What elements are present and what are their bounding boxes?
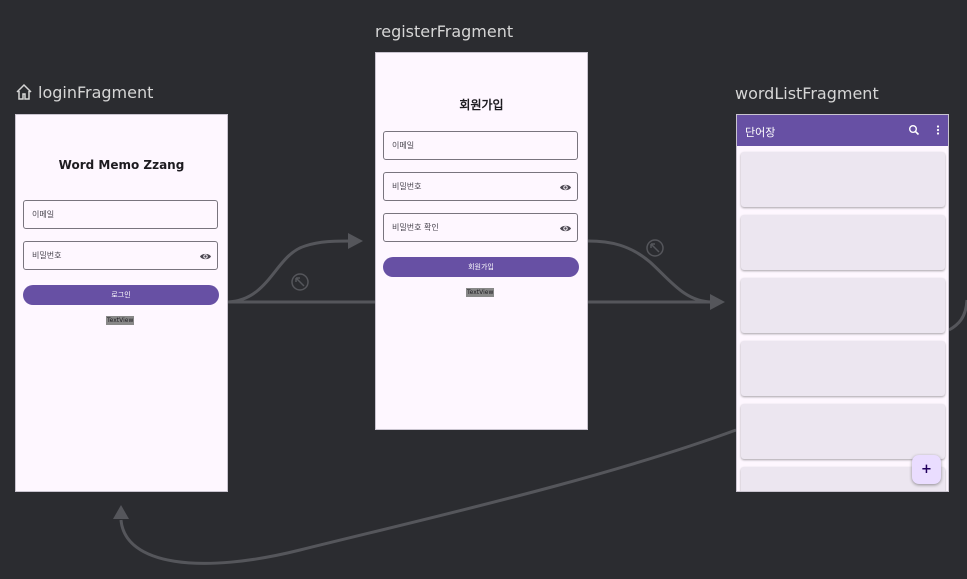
password-field[interactable]: 비밀번호 [383,172,578,201]
register-fragment-screen[interactable]: 회원가입 이메일 비밀번호 비밀번호 확인 회원가입 TextView [375,52,588,430]
visibility-icon[interactable] [559,222,572,235]
login-fragment-screen[interactable]: Word Memo Zzang 이메일 비밀번호 로그인 TextView [15,114,228,492]
appbar-title: 단어장 [745,126,776,139]
word-card[interactable] [741,152,945,207]
arrowhead-wordlist [710,294,725,310]
password-confirm-placeholder: 비밀번호 확인 [392,223,439,232]
add-icon: + [921,462,932,477]
top-app-bar: 단어장 [737,115,948,146]
search-icon[interactable] [908,124,920,136]
visibility-icon[interactable] [199,250,212,263]
password-field[interactable]: 비밀번호 [23,241,218,270]
login-button[interactable]: 로그인 [23,285,219,305]
visibility-icon[interactable] [559,181,572,194]
register-button[interactable]: 회원가입 [383,257,579,277]
email-field[interactable]: 이메일 [23,200,218,229]
add-word-fab[interactable]: + [912,455,941,484]
wordlist-fragment-title[interactable]: wordListFragment [735,84,879,103]
status-textview: TextView [106,316,135,325]
password-placeholder: 비밀번호 [32,251,62,260]
login-fragment-title[interactable]: loginFragment [14,82,153,102]
action-arrow-login-to-register [227,239,353,304]
home-icon [16,83,32,100]
action-link-icon [646,239,664,257]
wordlist-fragment-screen[interactable]: 단어장 + [736,114,949,492]
arrowhead-register [348,233,363,249]
word-card[interactable] [741,404,945,459]
action-arrow-register-to-wordlist [587,239,713,304]
register-heading: 회원가입 [459,98,504,112]
password-placeholder: 비밀번호 [392,182,422,191]
email-placeholder: 이메일 [32,210,55,219]
word-card[interactable] [741,341,945,396]
navigation-graph-canvas[interactable]: loginFragment registerFragment wordListF… [0,0,967,579]
arrowhead-login [113,505,129,519]
word-card[interactable] [741,215,945,270]
register-fragment-title[interactable]: registerFragment [375,22,513,41]
word-card[interactable] [741,278,945,333]
action-arrow-wordlist-self [948,299,967,332]
email-field[interactable]: 이메일 [383,131,578,160]
more-vert-icon[interactable] [932,124,944,136]
email-placeholder: 이메일 [392,141,415,150]
action-link-icon [291,273,309,291]
login-fragment-title-label: loginFragment [38,82,154,102]
status-textview: TextView [466,288,495,297]
app-title: Word Memo Zzang [58,158,185,172]
password-confirm-field[interactable]: 비밀번호 확인 [383,213,578,242]
